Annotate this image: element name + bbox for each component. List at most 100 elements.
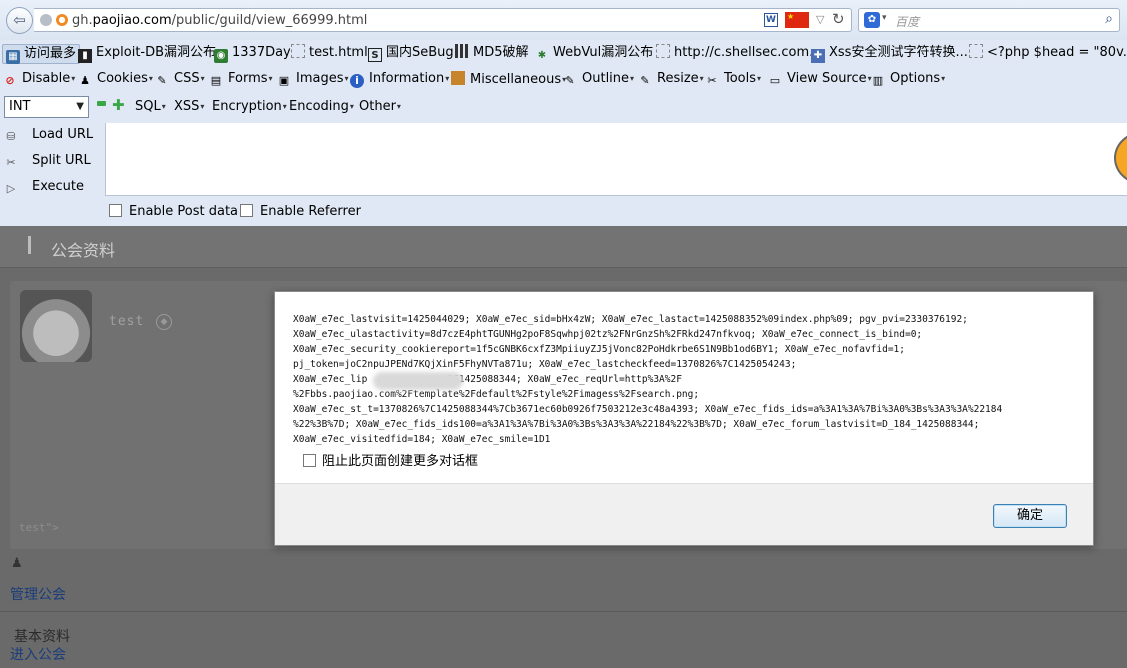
options-menu[interactable]: ▥ Options▾: [871, 71, 945, 88]
split-url-button[interactable]: ✂ Split URL: [4, 153, 90, 170]
minus-icon[interactable]: [97, 101, 106, 106]
plus-icon[interactable]: ✚: [112, 96, 125, 114]
int-select[interactable]: INT ▼: [4, 96, 89, 118]
bookmark-most-visited[interactable]: ▦ 访问最多: [2, 44, 81, 64]
username: test: [109, 314, 145, 329]
css-menu[interactable]: ✎ CSS▾: [155, 71, 204, 88]
search-icon[interactable]: ⌕: [1105, 11, 1113, 27]
disable-icon: ⊘: [5, 74, 15, 87]
page-title: 公会资料: [51, 241, 116, 260]
user-icon: ♟: [80, 74, 90, 87]
info-icon: i: [350, 74, 364, 88]
puzzle-icon: ✚: [811, 49, 825, 63]
back-button[interactable]: ⇦: [6, 7, 33, 34]
word-icon[interactable]: W: [764, 13, 778, 27]
page-icon: [291, 44, 305, 58]
prevent-dialogs-checkbox[interactable]: 阻止此页面创建更多对话框: [303, 450, 478, 469]
bookmark-shellsec[interactable]: http://c.shellsec.com...: [656, 44, 822, 64]
hackbar-url-textarea[interactable]: [105, 123, 1127, 196]
url-bar[interactable]: ● gh.paojiao.com/public/guild/view_66999…: [34, 8, 852, 32]
checkbox-icon: [240, 204, 253, 217]
divider: [0, 611, 1127, 612]
encryption-menu[interactable]: Encryption▾: [212, 99, 287, 114]
navigation-bar: ⇦ ● gh.paojiao.com/public/guild/view_669…: [0, 0, 1127, 40]
checkbox-icon: [109, 204, 122, 217]
avatar: [20, 290, 92, 362]
search-bar[interactable]: ✿ ▾ 百度 ⌕: [858, 8, 1120, 32]
grid-icon: [455, 44, 469, 58]
enter-guild-link[interactable]: 进入公会: [10, 644, 66, 664]
bookmark-xss[interactable]: ✚ Xss安全测试字符转换...: [811, 44, 968, 64]
view-source-menu[interactable]: ▭ View Source▾: [768, 71, 872, 88]
reload-icon[interactable]: ↻: [832, 10, 845, 28]
box-icon: [451, 71, 465, 85]
checkbox-icon: [303, 454, 316, 467]
basic-info-heading: 基本资料: [14, 629, 70, 645]
tools-icon: ✂: [707, 74, 717, 87]
hackbar-toolbar: INT ▼ ✚ SQL▾ XSS▾ Encryption▾ Encoding▾ O…: [0, 93, 1127, 123]
search-input[interactable]: 百度: [895, 13, 919, 30]
hackbar-panel: ⛁ Load URL ✂ Split URL ▷ Execute Enable Pos…: [0, 123, 1127, 226]
enable-post-checkbox[interactable]: Enable Post data: [109, 204, 238, 219]
guild-description: test">: [19, 521, 59, 534]
redaction-blur: [373, 372, 463, 390]
ok-button[interactable]: 确定: [993, 504, 1067, 528]
execute-button[interactable]: ▷ Execute: [4, 179, 84, 196]
db-icon: ▮: [78, 49, 92, 63]
bookmark-webvul[interactable]: ✱ WebVul漏洞公布: [535, 44, 653, 64]
url-text[interactable]: gh.paojiao.com/public/guild/view_66999.h…: [72, 13, 367, 28]
diamond-icon: ◆: [156, 314, 172, 330]
alert-dialog: X0aW_e7ec_lastvisit=1425044029; X0aW_e7e…: [274, 291, 1094, 546]
information-menu[interactable]: i Information▾: [350, 71, 449, 88]
baidu-paw-icon[interactable]: ✿: [864, 12, 880, 28]
user-settings-icon: ♟: [11, 556, 23, 571]
chevron-down-icon[interactable]: ▾: [882, 13, 887, 23]
manage-guild-link[interactable]: 管理公会: [10, 584, 66, 604]
bookmark-md5[interactable]: MD5破解: [455, 44, 529, 64]
other-menu[interactable]: Other▾: [359, 99, 401, 114]
pencil-icon: ✎: [157, 74, 167, 87]
chevron-down-icon: ▼: [76, 101, 84, 112]
sql-menu[interactable]: SQL▾: [135, 99, 166, 114]
outline-menu[interactable]: ✎ Outline▾: [563, 71, 634, 88]
cookies-menu[interactable]: ♟ Cookies▾: [78, 71, 153, 88]
bookmarks-toolbar: ▦ 访问最多 ▮ Exploit-DB漏洞公布 ◉ 1337Day test.html…: [0, 40, 1127, 67]
s-icon: S: [368, 48, 382, 62]
xss-menu[interactable]: XSS▾: [174, 99, 204, 114]
disable-menu[interactable]: ⊘ Disable▾: [3, 71, 75, 88]
pencil-icon: ✎: [565, 74, 575, 87]
load-url-button[interactable]: ⛁ Load URL: [4, 127, 93, 144]
china-flag-icon[interactable]: ★: [785, 12, 809, 28]
scissors-icon: ✂: [6, 156, 16, 169]
options-icon: ▥: [872, 74, 884, 87]
clipboard-icon: ▤: [210, 74, 222, 87]
arrow-left-icon: ⇦: [13, 11, 26, 29]
bookmark-exploit-db[interactable]: ▮ Exploit-DB漏洞公布: [78, 44, 216, 64]
image-icon: ▣: [278, 74, 290, 87]
bookmark-php-head[interactable]: <?php $head = "80v...: [969, 44, 1127, 64]
miscellaneous-menu[interactable]: Miscellaneous▾: [451, 71, 566, 87]
monitor-icon: ▭: [769, 74, 781, 87]
dialog-footer: 确定: [275, 483, 1093, 545]
enable-referrer-checkbox[interactable]: Enable Referrer: [240, 204, 361, 219]
badge-icon: [1114, 131, 1127, 185]
bookmark-sebug[interactable]: S 国内SeBug: [368, 44, 454, 64]
chevron-down-icon[interactable]: ▽: [816, 13, 824, 26]
page-header: 公会资料: [0, 226, 1127, 268]
globe-icon: [40, 14, 52, 26]
pencil-icon: ✎: [640, 74, 650, 87]
1337-icon: ◉: [214, 49, 228, 63]
grid-icon: ▦: [6, 50, 20, 64]
forms-menu[interactable]: ▤ Forms▾: [209, 71, 273, 88]
bookmark-test-html[interactable]: test.html: [291, 44, 368, 64]
site-favicon-icon: ●: [56, 14, 68, 26]
tools-menu[interactable]: ✂ Tools▾: [705, 71, 761, 88]
bookmark-1337day[interactable]: ◉ 1337Day: [214, 44, 291, 64]
images-menu[interactable]: ▣ Images▾: [277, 71, 349, 88]
header-accent: [28, 236, 31, 254]
resize-menu[interactable]: ✎ Resize▾: [638, 71, 703, 88]
page-icon: [969, 44, 983, 58]
bug-icon: ✱: [537, 50, 547, 61]
load-icon: ⛁: [6, 130, 16, 143]
encoding-menu[interactable]: Encoding▾: [289, 99, 354, 114]
